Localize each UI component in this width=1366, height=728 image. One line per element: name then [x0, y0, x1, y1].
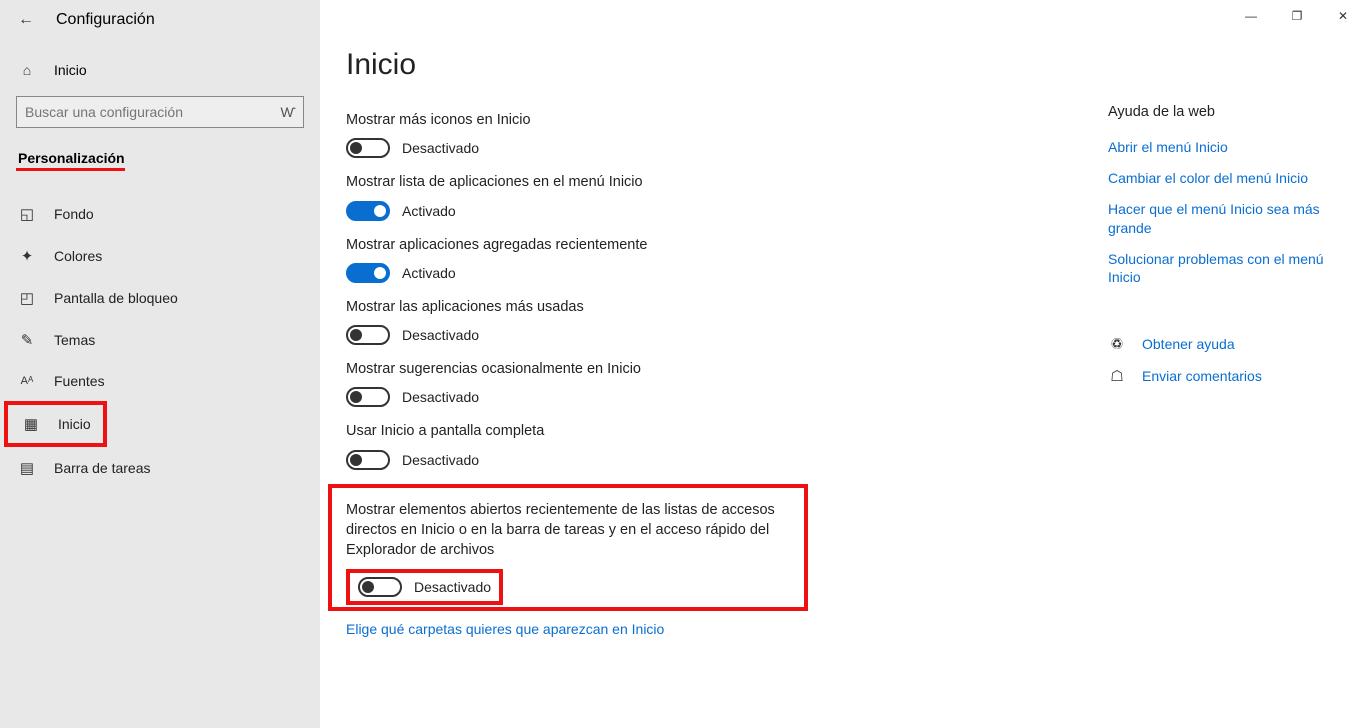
sidebar-item-colores[interactable]: ✦ Colores — [16, 235, 304, 277]
home-icon: ⌂ — [18, 62, 36, 78]
maximize-button[interactable]: ❐ — [1274, 0, 1320, 32]
setting-label: Mostrar lista de aplicaciones en el menú… — [346, 172, 806, 192]
setting-label: Mostrar las aplicaciones más usadas — [346, 297, 806, 317]
titlebar-left: ← Configuración — [0, 0, 320, 40]
sidebar-item-label: Fondo — [54, 206, 94, 222]
search-input[interactable] — [25, 104, 280, 120]
help-title: Ayuda de la web — [1108, 104, 1348, 120]
sidebar-item-label: Fuentes — [54, 373, 105, 389]
choose-folders-link[interactable]: Elige qué carpetas quieres que aparezcan… — [346, 621, 1054, 637]
toggle-app-list[interactable] — [346, 201, 390, 221]
search-box[interactable]: Ⱳ — [16, 96, 304, 128]
toggle-state: Activado — [402, 203, 456, 219]
toggle-state: Desactivado — [402, 389, 479, 405]
setting-label: Usar Inicio a pantalla completa — [346, 421, 806, 441]
start-icon: ▦ — [22, 415, 40, 433]
help-link-bigger-start[interactable]: Hacer que el menú Inicio sea más grande — [1108, 200, 1348, 238]
setting-app-list: Mostrar lista de aplicaciones en el menú… — [346, 172, 1054, 220]
toggle-state: Desactivado — [402, 452, 479, 468]
help-icon: ♽ — [1108, 335, 1126, 353]
fonts-icon: AA — [18, 375, 36, 387]
palette-icon: ✦ — [18, 247, 36, 265]
close-button[interactable]: ✕ — [1320, 0, 1366, 32]
feedback-icon: ☖ — [1108, 367, 1126, 385]
sidebar: ← Configuración ⌂ Inicio Ⱳ Personalizaci… — [0, 0, 320, 728]
main: ― ❐ ✕ Inicio Mostrar más iconos en Inici… — [320, 0, 1366, 728]
home-label: Inicio — [54, 62, 87, 78]
minimize-button[interactable]: ― — [1228, 0, 1274, 32]
toggle-suggestions[interactable] — [346, 387, 390, 407]
get-help-label: Obtener ayuda — [1142, 336, 1235, 352]
feedback-label: Enviar comentarios — [1142, 368, 1262, 384]
back-button[interactable]: ← — [18, 11, 34, 29]
sidebar-item-label: Inicio — [58, 416, 91, 432]
toggle-recent-items[interactable] — [358, 577, 402, 597]
toggle-recent-apps[interactable] — [346, 263, 390, 283]
sidebar-item-label: Temas — [54, 332, 95, 348]
toggle-state: Activado — [402, 265, 456, 281]
sidebar-item-label: Colores — [54, 248, 102, 264]
lock-screen-icon: ◰ — [18, 289, 36, 307]
themes-icon: ✎ — [18, 331, 36, 349]
sidebar-item-fuentes[interactable]: AA Fuentes — [16, 361, 304, 401]
toggle-most-used[interactable] — [346, 325, 390, 345]
send-feedback-link[interactable]: ☖ Enviar comentarios — [1108, 367, 1348, 385]
toggle-state: Desactivado — [402, 140, 479, 156]
category-label: Personalización — [16, 148, 304, 171]
highlighted-toggle-box: Desactivado — [346, 569, 503, 605]
setting-label: Mostrar más iconos en Inicio — [346, 110, 806, 130]
setting-most-used: Mostrar las aplicaciones más usadas Desa… — [346, 297, 1054, 345]
taskbar-icon: ▤ — [18, 459, 36, 477]
toggle-more-icons[interactable] — [346, 138, 390, 158]
content: Inicio Mostrar más iconos en Inicio Desa… — [320, 0, 1080, 728]
setting-recent-apps: Mostrar aplicaciones agregadas recientem… — [346, 235, 1054, 283]
highlighted-setting-box: Mostrar elementos abiertos recientemente… — [328, 484, 808, 611]
get-help-link[interactable]: ♽ Obtener ayuda — [1108, 335, 1348, 353]
app-title: Configuración — [56, 11, 155, 29]
setting-label: Mostrar elementos abiertos recientemente… — [346, 500, 790, 561]
toggle-fullscreen-start[interactable] — [346, 450, 390, 470]
search-icon: Ⱳ — [280, 104, 295, 120]
sidebar-item-inicio[interactable]: ▦ Inicio — [16, 405, 97, 443]
setting-more-icons: Mostrar más iconos en Inicio Desactivado — [346, 110, 1054, 158]
window-controls: ― ❐ ✕ — [1228, 0, 1366, 32]
page-title: Inicio — [346, 48, 1054, 82]
setting-label: Mostrar sugerencias ocasionalmente en In… — [346, 359, 806, 379]
setting-label: Mostrar aplicaciones agregadas recientem… — [346, 235, 806, 255]
sidebar-item-temas[interactable]: ✎ Temas — [16, 319, 304, 361]
sidebar-item-fondo[interactable]: ◱ Fondo — [16, 193, 304, 235]
sidebar-item-barra-de-tareas[interactable]: ▤ Barra de tareas — [16, 447, 304, 489]
help-panel: Ayuda de la web Abrir el menú Inicio Cam… — [1108, 104, 1348, 399]
setting-fullscreen-start: Usar Inicio a pantalla completa Desactiv… — [346, 421, 1054, 469]
home-nav[interactable]: ⌂ Inicio — [16, 54, 304, 96]
toggle-state: Desactivado — [402, 327, 479, 343]
toggle-state: Desactivado — [414, 579, 491, 595]
sidebar-item-label: Barra de tareas — [54, 460, 151, 476]
help-link-open-start[interactable]: Abrir el menú Inicio — [1108, 138, 1348, 157]
sidebar-item-pantalla-de-bloqueo[interactable]: ◰ Pantalla de bloqueo — [16, 277, 304, 319]
help-link-change-color[interactable]: Cambiar el color del menú Inicio — [1108, 169, 1348, 188]
sidebar-item-label: Pantalla de bloqueo — [54, 290, 178, 306]
image-icon: ◱ — [18, 205, 36, 223]
nav-list: ◱ Fondo ✦ Colores ◰ Pantalla de bloqueo … — [16, 193, 304, 489]
help-link-troubleshoot[interactable]: Solucionar problemas con el menú Inicio — [1108, 250, 1348, 288]
setting-suggestions: Mostrar sugerencias ocasionalmente en In… — [346, 359, 1054, 407]
